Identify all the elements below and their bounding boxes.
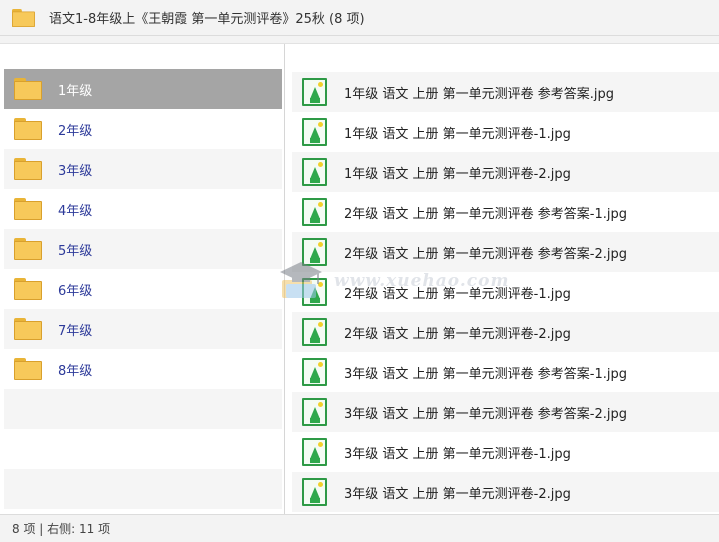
folder-item[interactable]: 4年级 <box>4 189 282 229</box>
file-item[interactable]: 3年级 语文 上册 第一单元测评卷-1.jpg <box>292 432 719 472</box>
folder-icon <box>14 278 42 300</box>
file-item[interactable]: 2年级 语文 上册 第一单元测评卷 参考答案-2.jpg <box>292 232 719 272</box>
image-file-icon <box>302 358 327 386</box>
folder-label: 8年级 <box>58 363 93 379</box>
file-item[interactable]: 1年级 语文 上册 第一单元测评卷-2.jpg <box>292 152 719 192</box>
file-name: 3年级 语文 上册 第一单元测评卷-1.jpg <box>344 446 571 462</box>
image-file-icon <box>302 78 327 106</box>
folder-icon <box>14 358 42 380</box>
folder-icon <box>14 318 42 340</box>
folder-item[interactable]: 3年级 <box>4 149 282 189</box>
folder-item[interactable]: 5年级 <box>4 229 282 269</box>
file-item[interactable]: 1年级 语文 上册 第一单元测评卷 参考答案.jpg <box>292 72 719 112</box>
file-item[interactable]: 3年级 语文 上册 第一单元测评卷 参考答案-2.jpg <box>292 392 719 432</box>
image-file-icon <box>302 318 327 346</box>
pane-divider[interactable] <box>284 44 285 514</box>
folder-label: 3年级 <box>58 163 93 179</box>
empty-row <box>4 429 282 469</box>
empty-row <box>4 469 282 509</box>
folder-item[interactable]: 1年级 <box>4 69 282 109</box>
status-text: 8 项 | 右侧: 11 项 <box>12 522 111 536</box>
image-file-icon <box>302 478 327 506</box>
file-item[interactable]: 2年级 语文 上册 第一单元测评卷-2.jpg <box>292 312 719 352</box>
folder-icon <box>14 118 42 140</box>
folder-label: 6年级 <box>58 283 93 299</box>
image-file-icon <box>302 158 327 186</box>
folder-icon <box>14 78 42 100</box>
file-name: 2年级 语文 上册 第一单元测评卷-1.jpg <box>344 286 571 302</box>
file-name: 3年级 语文 上册 第一单元测评卷-2.jpg <box>344 486 571 502</box>
file-name: 2年级 语文 上册 第一单元测评卷-2.jpg <box>344 326 571 342</box>
file-item[interactable]: 3年级 语文 上册 第一单元测评卷-2.jpg <box>292 472 719 512</box>
image-file-icon <box>302 398 327 426</box>
folder-item[interactable]: 7年级 <box>4 309 282 349</box>
file-item[interactable]: 2年级 语文 上册 第一单元测评卷-1.jpg <box>292 272 719 312</box>
image-file-icon <box>302 118 327 146</box>
folder-item[interactable]: 8年级 <box>4 349 282 389</box>
image-file-icon <box>302 238 327 266</box>
file-name: 3年级 语文 上册 第一单元测评卷 参考答案-1.jpg <box>344 366 628 382</box>
file-item[interactable]: 2年级 语文 上册 第一单元测评卷 参考答案-1.jpg <box>292 192 719 232</box>
folder-icon <box>14 238 42 260</box>
image-file-icon <box>302 438 327 466</box>
folder-label: 2年级 <box>58 123 93 139</box>
folder-list: 1年级 2年级 3年级 4年级 5年级 6年级 7年级 8年级 <box>4 69 282 512</box>
status-bar: 8 项 | 右侧: 11 项 <box>0 514 719 542</box>
folder-icon <box>12 8 35 27</box>
file-item[interactable]: 3年级 语文 上册 第一单元测评卷 参考答案-1.jpg <box>292 352 719 392</box>
file-item[interactable]: 1年级 语文 上册 第一单元测评卷-1.jpg <box>292 112 719 152</box>
empty-row <box>4 389 282 429</box>
folder-item[interactable]: 6年级 <box>4 269 282 309</box>
window-title: 语文1-8年级上《王朝霞 第一单元测评卷》25秋 (8 项) <box>49 12 365 27</box>
toolbar-strip <box>0 36 719 44</box>
file-name: 1年级 语文 上册 第一单元测评卷-1.jpg <box>344 126 571 142</box>
folder-label: 4年级 <box>58 203 93 219</box>
image-file-icon <box>302 198 327 226</box>
file-name: 2年级 语文 上册 第一单元测评卷 参考答案-1.jpg <box>344 206 628 222</box>
folder-icon <box>14 198 42 220</box>
file-name: 2年级 语文 上册 第一单元测评卷 参考答案-2.jpg <box>344 246 628 262</box>
image-file-icon <box>302 278 327 306</box>
folder-label: 1年级 <box>58 83 93 99</box>
title-bar: 语文1-8年级上《王朝霞 第一单元测评卷》25秋 (8 项) <box>0 0 719 36</box>
folder-label: 7年级 <box>58 323 93 339</box>
file-list: 1年级 语文 上册 第一单元测评卷 参考答案.jpg 1年级 语文 上册 第一单元… <box>292 72 719 512</box>
file-name: 1年级 语文 上册 第一单元测评卷-2.jpg <box>344 166 571 182</box>
folder-icon <box>14 158 42 180</box>
file-name: 1年级 语文 上册 第一单元测评卷 参考答案.jpg <box>344 86 615 102</box>
file-name: 3年级 语文 上册 第一单元测评卷 参考答案-2.jpg <box>344 406 628 422</box>
folder-item[interactable]: 2年级 <box>4 109 282 149</box>
folder-label: 5年级 <box>58 243 93 259</box>
